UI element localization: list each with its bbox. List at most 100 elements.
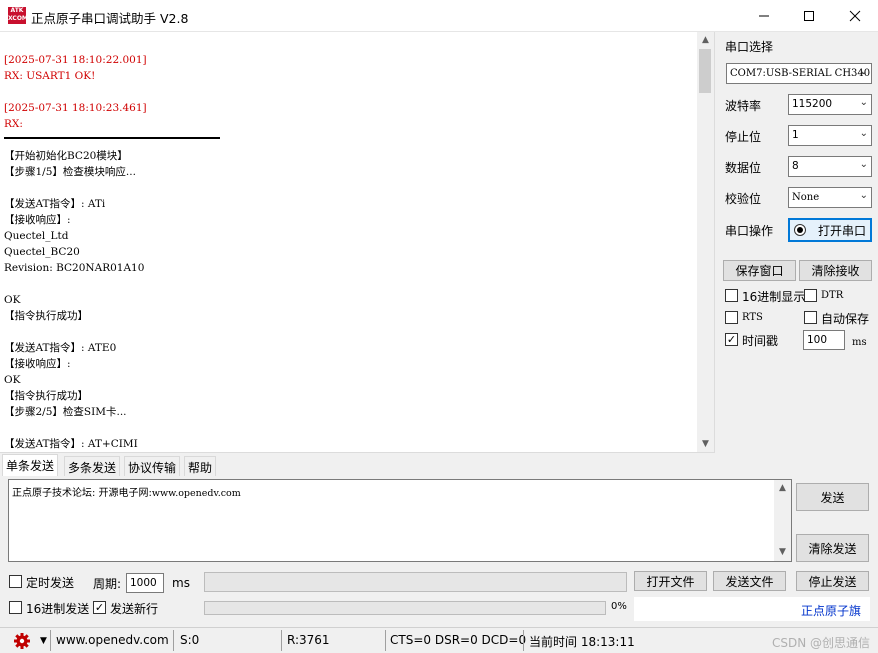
rts-label: RTS: [742, 312, 763, 323]
status-website[interactable]: www.openedv.com: [56, 633, 169, 647]
receive-text: [2025-07-31 18:10:22.001] RX: USART1 OK! […: [4, 52, 694, 452]
output-line: 【步骤1/5】检查模块响应...: [4, 166, 136, 178]
chevron-down-icon: ⌄: [859, 128, 868, 139]
hex-display-checkbox[interactable]: [725, 289, 738, 302]
chevron-down-icon: ⌄: [859, 97, 868, 108]
send-input[interactable]: 正点原子技术论坛: 开源电子网:www.openedv.com ▲ ▼: [8, 479, 792, 562]
output-line: RX: USART1 OK!: [4, 70, 96, 82]
output-line: 【发送AT指令】: ATE0: [4, 342, 117, 354]
scroll-up-icon[interactable]: ▲: [774, 480, 791, 497]
timestamp-unit: ms: [852, 337, 867, 348]
output-line: 【指令执行成功】: [4, 390, 88, 402]
scroll-down-icon[interactable]: ▼: [697, 436, 714, 452]
gear-dropdown-icon[interactable]: ▼: [40, 636, 47, 646]
send-newline-checkbox[interactable]: ✓: [93, 601, 106, 614]
data-bits-select[interactable]: 8 ⌄: [788, 156, 872, 177]
period-unit: ms: [172, 576, 190, 590]
period-input[interactable]: 1000: [126, 573, 164, 593]
scroll-down-icon[interactable]: ▼: [774, 544, 791, 561]
hex-send-label: 16进制发送: [26, 602, 90, 616]
clear-send-button[interactable]: 清除发送: [796, 534, 869, 562]
port-label: 串口选择: [725, 40, 774, 54]
open-port-button[interactable]: 打开串口: [788, 218, 872, 242]
send-scrollbar[interactable]: ▲ ▼: [774, 480, 791, 561]
stop-send-button[interactable]: 停止发送: [796, 571, 869, 591]
maximize-icon: [804, 10, 814, 21]
output-line: [2025-07-31 18:10:22.001]: [4, 54, 147, 66]
gear-icon[interactable]: [13, 632, 31, 650]
output-line: Revision: BC20NAR01A10: [4, 262, 145, 274]
settings-panel: 串口选择 COM7:USB-SERIAL CH340 ⌄ 波特率 115200 …: [716, 32, 878, 453]
open-file-button[interactable]: 打开文件: [634, 571, 707, 591]
brand-link[interactable]: 正点原子旗: [801, 602, 861, 619]
file-path-field[interactable]: [204, 572, 627, 592]
baud-label: 波特率: [725, 99, 762, 113]
data-bits-value: 8: [792, 160, 799, 172]
close-button[interactable]: [832, 0, 878, 31]
output-scrollbar[interactable]: ▲ ▼: [697, 32, 714, 452]
output-line: RX:: [4, 118, 23, 130]
auto-save-checkbox[interactable]: [804, 311, 817, 324]
stop-bits-label: 停止位: [725, 130, 762, 144]
app-logo: ATK XCOM: [8, 7, 26, 24]
scroll-up-icon[interactable]: ▲: [697, 32, 714, 49]
maximize-button[interactable]: [786, 0, 832, 31]
output-line: [2025-07-31 18:10:23.461]: [4, 102, 147, 114]
timestamp-interval-input[interactable]: 100: [803, 330, 845, 350]
hex-send-checkbox[interactable]: [9, 601, 22, 614]
output-line: 【指令执行成功】: [4, 310, 88, 322]
parity-value: None: [792, 192, 820, 203]
scroll-thumb[interactable]: [699, 49, 711, 93]
output-line: OK: [4, 294, 21, 306]
close-icon: [849, 10, 861, 21]
timestamp-checkbox[interactable]: ✓: [725, 333, 738, 346]
output-line: 【发送AT指令】: AT+CIMI: [4, 438, 138, 450]
baud-value: 115200: [792, 98, 833, 110]
watermark: CSDN @创思通信: [771, 636, 870, 650]
output-line: 【开始初始化BC20模块】: [4, 150, 128, 162]
status-bar: ▼ www.openedv.com S:0 R:3761 CTS=0 DSR=0…: [0, 627, 878, 653]
timestamp-label: 时间戳: [742, 334, 779, 348]
baud-select[interactable]: 115200 ⌄: [788, 94, 872, 115]
tab-single-send[interactable]: 单条发送: [2, 454, 59, 476]
tab-multi-send[interactable]: 多条发送: [64, 456, 121, 476]
parity-select[interactable]: None ⌄: [788, 187, 872, 208]
rts-checkbox[interactable]: [725, 311, 738, 324]
chevron-down-icon: ⌄: [859, 66, 868, 77]
send-button[interactable]: 发送: [796, 483, 869, 511]
dtr-checkbox[interactable]: [804, 289, 817, 302]
window-title: 正点原子串口调试助手 V2.8: [31, 11, 189, 26]
status-lines: CTS=0 DSR=0 DCD=0: [390, 633, 527, 647]
status-received-count: R:3761: [287, 633, 330, 647]
status-sent-count: S:0: [180, 633, 200, 647]
timed-send-checkbox[interactable]: [9, 575, 22, 588]
send-text: 正点原子技术论坛: 开源电子网:www.openedv.com: [12, 488, 241, 499]
stop-bits-value: 1: [792, 129, 799, 141]
stop-bits-select[interactable]: 1 ⌄: [788, 125, 872, 146]
tab-protocol[interactable]: 协议传输: [124, 456, 181, 476]
parity-label: 校验位: [725, 192, 762, 206]
dtr-label: DTR: [821, 290, 844, 301]
tab-help[interactable]: 帮助: [184, 456, 217, 476]
output-line: Quectel_BC20: [4, 246, 80, 258]
progress-percent: 0%: [611, 601, 627, 612]
send-newline-label: 发送新行: [110, 602, 159, 616]
send-file-button[interactable]: 发送文件: [713, 571, 786, 591]
clear-receive-button[interactable]: 清除接收: [799, 260, 872, 281]
chevron-down-icon: ⌄: [859, 159, 868, 170]
minimize-icon: [759, 15, 769, 16]
port-value: COM7:USB-SERIAL CH340: [730, 68, 871, 79]
save-window-button[interactable]: 保存窗口: [723, 260, 796, 281]
data-bits-label: 数据位: [725, 161, 762, 175]
send-progress-bar: [204, 601, 606, 615]
separator-line: [4, 132, 694, 148]
port-select[interactable]: COM7:USB-SERIAL CH340 ⌄: [726, 63, 872, 84]
output-line: 【接收响应】:: [4, 358, 71, 370]
receive-output[interactable]: [2025-07-31 18:10:22.001] RX: USART1 OK! […: [0, 32, 715, 453]
minimize-button[interactable]: [741, 0, 787, 31]
